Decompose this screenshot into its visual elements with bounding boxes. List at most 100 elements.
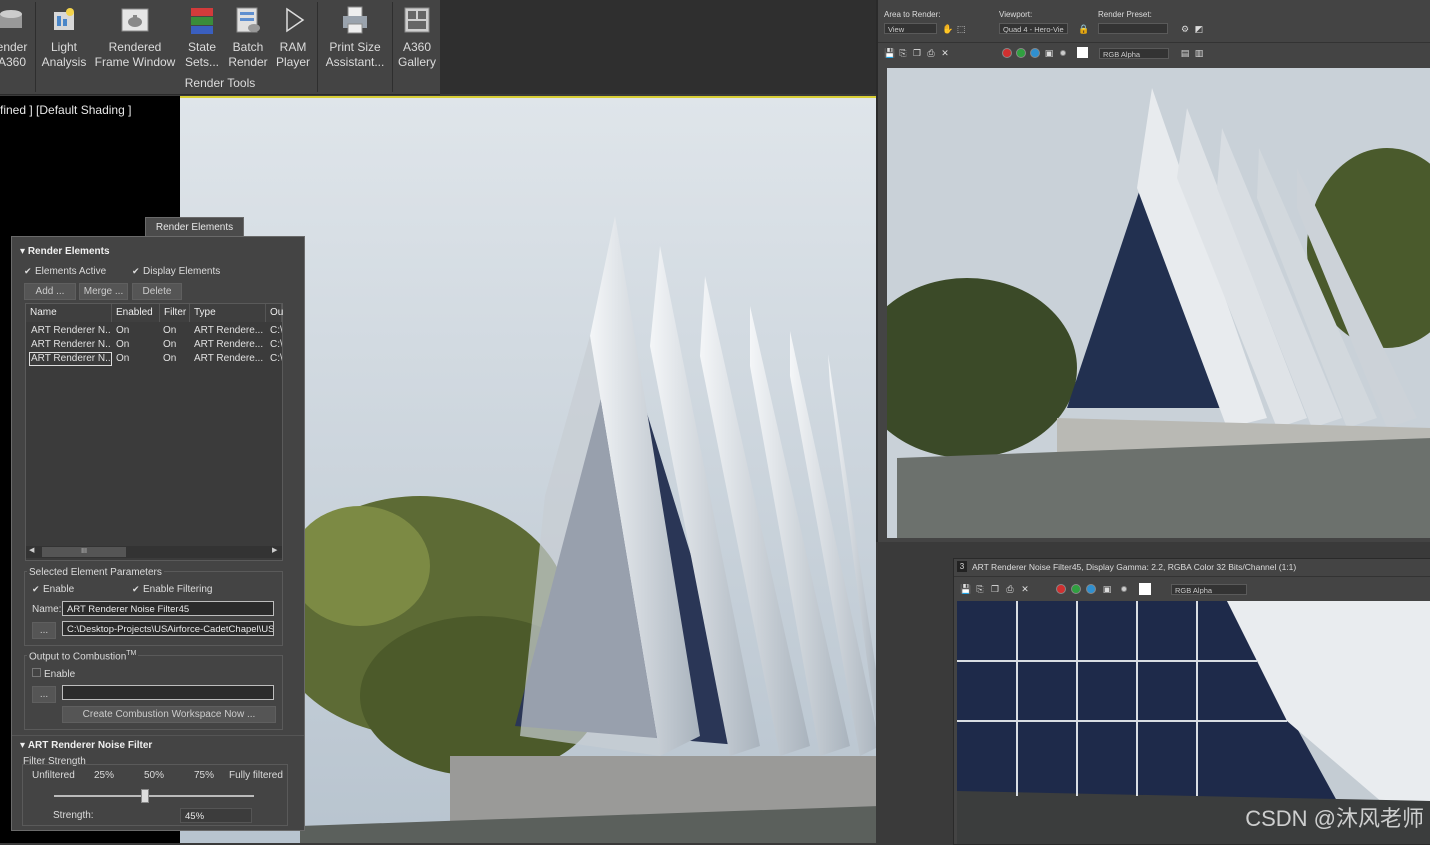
environment-icon[interactable]: ◩ bbox=[1194, 24, 1204, 34]
save-image-icon[interactable]: 💾 bbox=[884, 48, 895, 58]
render-a360-button[interactable]: ender A360 bbox=[0, 2, 32, 72]
create-combustion-workspace-button[interactable]: Create Combustion Workspace Now ... bbox=[62, 706, 276, 723]
combustion-browse-button[interactable]: ... bbox=[32, 686, 56, 703]
tick-label-unfiltered: Unfiltered bbox=[32, 770, 75, 781]
table-row[interactable]: ART Renderer N... On On ART Rendere... C… bbox=[26, 324, 282, 338]
column-header-enabled[interactable]: Enabled bbox=[112, 304, 160, 322]
checkmark-icon: ✔ bbox=[132, 584, 140, 594]
render-setup-icon[interactable]: ⚙ bbox=[1180, 24, 1190, 34]
batch-render-icon bbox=[236, 7, 260, 33]
strength-spinner[interactable]: 45% bbox=[180, 808, 252, 823]
scrollbar-thumb[interactable]: III bbox=[42, 547, 126, 557]
viewport-label[interactable]: fined ] [Default Shading ] bbox=[0, 103, 131, 117]
swatch-icon[interactable] bbox=[1077, 47, 1088, 58]
edit-region-icon[interactable]: ✋ bbox=[942, 24, 953, 34]
noise-filter-rollout-header[interactable]: ▾ ART Renderer Noise Filter bbox=[20, 740, 152, 751]
state-sets-icon bbox=[191, 8, 213, 34]
enable-checkbox[interactable]: ✔ Enable bbox=[32, 584, 74, 595]
monochrome-icon[interactable] bbox=[1060, 50, 1066, 56]
a360-gallery-button[interactable]: A360 Gallery bbox=[396, 2, 438, 72]
column-header-output[interactable]: Ou bbox=[266, 304, 283, 322]
green-channel-icon[interactable] bbox=[1071, 584, 1081, 594]
blue-channel-icon[interactable] bbox=[1086, 584, 1096, 594]
scroll-left-icon[interactable]: ◀ bbox=[29, 546, 34, 554]
rendered-image bbox=[887, 68, 1430, 538]
combustion-enable-checkbox[interactable]: Enable bbox=[32, 668, 75, 680]
merge-button[interactable]: Merge ... bbox=[79, 283, 128, 300]
state-sets-button[interactable]: State Sets... bbox=[182, 2, 222, 72]
swatch-icon[interactable] bbox=[1139, 583, 1151, 595]
scroll-right-icon[interactable]: ▶ bbox=[272, 546, 277, 554]
lock-icon[interactable]: 🔒 bbox=[1078, 24, 1089, 34]
column-header-name[interactable]: Name bbox=[26, 304, 112, 322]
clear-icon[interactable]: ✕ bbox=[1020, 584, 1030, 594]
channel-display-dropdown[interactable]: RGB Alpha bbox=[1171, 584, 1247, 595]
clone-window-icon[interactable]: ❐ bbox=[912, 48, 922, 58]
area-to-render-dropdown[interactable]: View bbox=[884, 23, 937, 34]
column-header-type[interactable]: Type bbox=[190, 304, 266, 322]
rendered-frame-window-button[interactable]: Rendered Frame Window bbox=[94, 2, 176, 72]
blue-channel-icon[interactable] bbox=[1030, 48, 1040, 58]
render-a360-icon bbox=[0, 10, 22, 28]
print-size-assistant-button[interactable]: Print Size Assistant... bbox=[322, 2, 388, 72]
tick-label-25: 25% bbox=[94, 770, 115, 781]
copy-image-icon[interactable]: ⎘ bbox=[898, 48, 908, 58]
area-to-render-label: Area to Render: bbox=[884, 10, 941, 19]
add-button[interactable]: Add ... bbox=[24, 283, 76, 300]
delete-button[interactable]: Delete bbox=[132, 283, 182, 300]
window-badge: 3 bbox=[957, 561, 967, 572]
viewport-dropdown[interactable]: Quad 4 - Hero-Vie bbox=[999, 23, 1068, 34]
toolbar-divider bbox=[878, 42, 1430, 43]
selected-params-title: Selected Element Parameters bbox=[27, 567, 164, 578]
table-row[interactable]: ART Renderer N... On On ART Rendere... C… bbox=[26, 338, 282, 352]
element-name-field[interactable]: ART Renderer Noise Filter45 bbox=[62, 601, 274, 616]
print-image-icon[interactable]: ⎙ bbox=[926, 48, 936, 58]
monochrome-icon[interactable] bbox=[1121, 586, 1127, 592]
alpha-channel-icon[interactable]: ▣ bbox=[1044, 48, 1054, 58]
table-row-selected[interactable]: ART Renderer N... On On ART Rendere... C… bbox=[26, 352, 282, 366]
tick-label-fully-filtered: Fully filtered bbox=[229, 770, 283, 781]
output-path-field[interactable]: C:\Desktop-Projects\USAirforce-CadetChap… bbox=[62, 621, 274, 636]
combustion-path-field[interactable] bbox=[62, 685, 274, 700]
channel-display-dropdown[interactable]: RGB Alpha bbox=[1099, 48, 1169, 59]
column-header-filter[interactable]: Filter bbox=[160, 304, 190, 322]
elements-active-checkbox[interactable]: ✔ Elements Active bbox=[24, 266, 106, 277]
checkmark-icon: ✔ bbox=[24, 266, 32, 276]
copy-image-icon[interactable]: ⎘ bbox=[975, 584, 985, 594]
display-elements-checkbox[interactable]: ✔ Display Elements bbox=[132, 266, 220, 277]
enable-filtering-checkbox[interactable]: ✔ Enable Filtering bbox=[132, 584, 212, 595]
clone-window-icon[interactable]: ❐ bbox=[990, 584, 1000, 594]
toggle-ui-overlay-icon[interactable]: ▤ bbox=[1180, 48, 1190, 58]
ribbon-render-tools: ender A360 Light Analysis Rendered Frame… bbox=[0, 0, 440, 95]
alpha-channel-icon[interactable]: ▣ bbox=[1102, 584, 1112, 594]
name-label: Name: bbox=[32, 604, 62, 615]
save-image-icon[interactable]: 💾 bbox=[960, 584, 971, 594]
combustion-title: Output to CombustionTM bbox=[27, 650, 139, 663]
batch-render-button[interactable]: Batch Render bbox=[227, 2, 269, 72]
render-preset-dropdown[interactable] bbox=[1098, 23, 1168, 34]
render-elements-rollout-header[interactable]: ▾ Render Elements bbox=[20, 246, 110, 257]
horizontal-scrollbar[interactable]: ◀ III ▶ bbox=[26, 546, 282, 558]
viewport-label: Viewport: bbox=[999, 10, 1033, 19]
render-elements-list[interactable]: Name Enabled Filter Type Ou ART Renderer… bbox=[25, 303, 283, 561]
render-preset-label: Render Preset: bbox=[1098, 10, 1152, 19]
rendered-frame-window: Area to Render: View ✋ ⬚ Viewport: Quad … bbox=[876, 0, 1430, 542]
render-elements-tab[interactable]: Render Elements bbox=[145, 217, 244, 238]
toggle-ui-icon[interactable]: ▥ bbox=[1194, 48, 1204, 58]
filter-strength-slider[interactable] bbox=[54, 789, 254, 803]
red-channel-icon[interactable] bbox=[1056, 584, 1066, 594]
ram-player-button[interactable]: RAM Player bbox=[273, 2, 313, 72]
viewport-active-border bbox=[180, 96, 876, 98]
slider-thumb[interactable] bbox=[141, 789, 149, 803]
checkmark-icon: ✔ bbox=[132, 266, 140, 276]
auto-region-icon[interactable]: ⬚ bbox=[956, 24, 966, 34]
light-analysis-button[interactable]: Light Analysis bbox=[40, 2, 88, 72]
print-image-icon[interactable]: ⎙ bbox=[1005, 584, 1015, 594]
rollout-divider bbox=[12, 735, 304, 736]
clear-icon[interactable]: ✕ bbox=[940, 48, 950, 58]
rollout-collapse-icon: ▾ bbox=[20, 246, 28, 257]
green-channel-icon[interactable] bbox=[1016, 48, 1026, 58]
browse-path-button[interactable]: ... bbox=[32, 622, 56, 639]
play-icon bbox=[286, 7, 305, 33]
red-channel-icon[interactable] bbox=[1002, 48, 1012, 58]
